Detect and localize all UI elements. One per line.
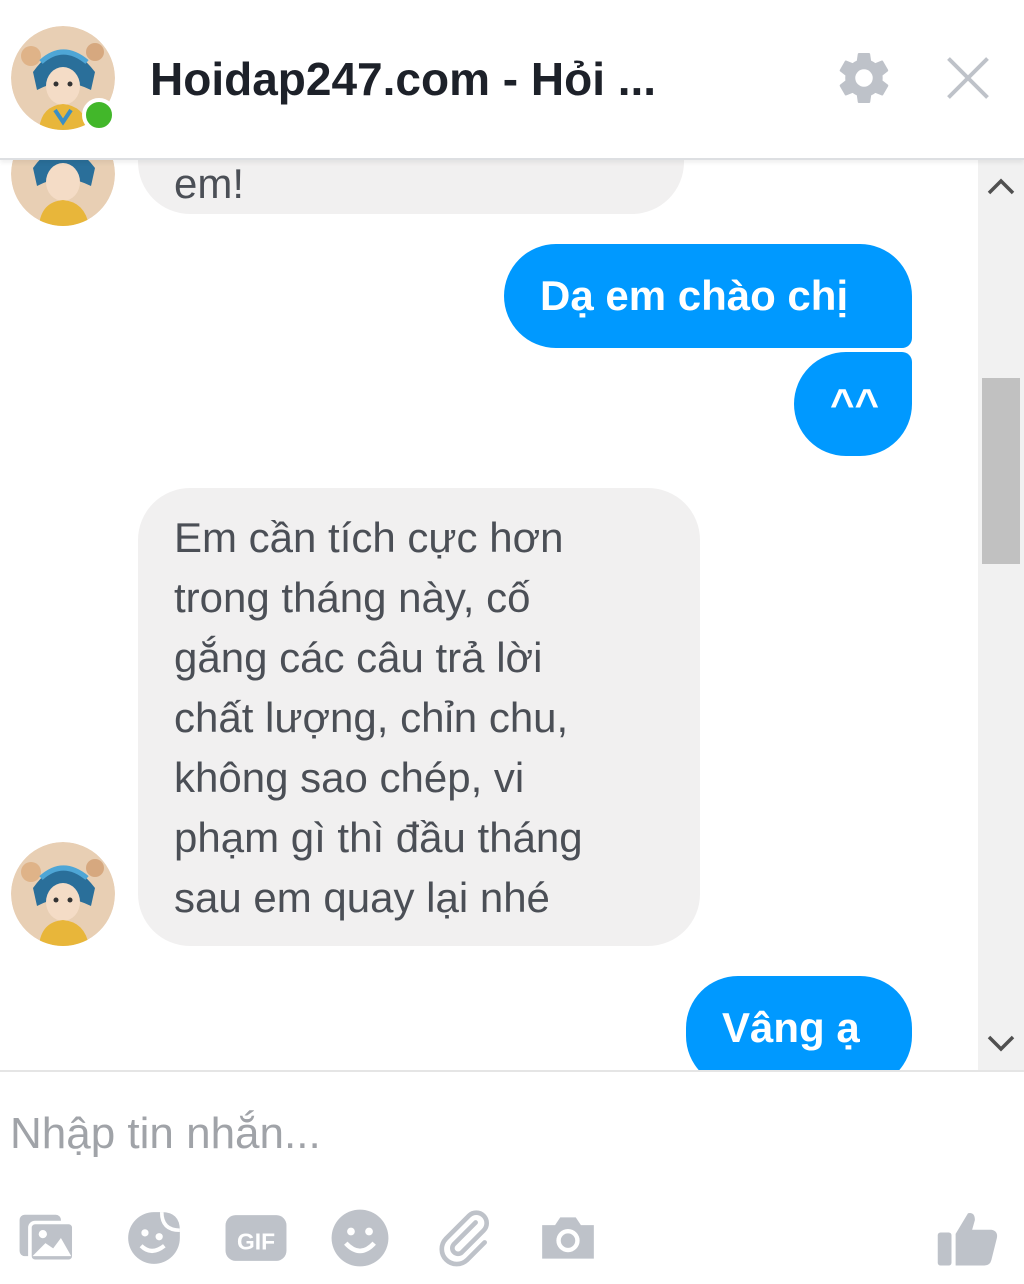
camera-button[interactable] (530, 1200, 606, 1276)
scroll-thumb[interactable] (982, 378, 1020, 564)
photo-icon (19, 1214, 76, 1264)
gif-button[interactable]: GIF (218, 1200, 294, 1276)
message-line: không sao chép, vi (174, 754, 525, 801)
chevron-down-icon (987, 1035, 1015, 1052)
close-button[interactable] (936, 46, 1000, 110)
message-line: phạm gì thì đầu tháng (174, 814, 583, 861)
message-text: em! (174, 160, 245, 207)
message-line: chất lượng, chỉn chu, (174, 694, 569, 741)
message-text: Vâng ạ (722, 1004, 860, 1051)
message-composer: GIF (0, 1070, 1024, 1284)
message-line: Em cần tích cực hơn (174, 514, 564, 561)
attachment-button[interactable] (426, 1200, 502, 1276)
gif-icon: GIF (225, 1215, 287, 1261)
sticker-icon (128, 1212, 180, 1264)
message-bubble-outgoing[interactable]: Vâng ạ (686, 976, 912, 1070)
sticker-button[interactable] (116, 1200, 192, 1276)
message-list[interactable]: em! Dạ em chào chị ^^ Em cần tích cực hơ… (0, 158, 978, 1070)
online-status-dot (82, 98, 116, 132)
contact-avatar-small (11, 158, 115, 226)
message-bubble-outgoing[interactable]: ^^ (794, 352, 912, 456)
close-icon (947, 57, 989, 99)
scroll-down-button[interactable] (978, 1020, 1024, 1066)
chat-title[interactable]: Hoidap247.com - Hỏi ... (150, 52, 656, 106)
message-text: ^^ (830, 380, 880, 427)
svg-text:GIF: GIF (237, 1228, 275, 1254)
message-input[interactable] (10, 1094, 910, 1174)
settings-button[interactable] (832, 46, 896, 110)
photo-button[interactable] (10, 1200, 86, 1276)
emoji-icon (331, 1209, 389, 1267)
message-line: sau em quay lại nhé (174, 874, 550, 921)
chevron-up-icon (987, 178, 1015, 195)
message-line: trong tháng này, cố (174, 574, 531, 621)
camera-icon (542, 1217, 594, 1259)
scroll-up-button[interactable] (978, 164, 1024, 210)
gear-icon (839, 53, 889, 104)
thumbs-up-icon (937, 1213, 998, 1266)
message-bubble-incoming[interactable]: em! (138, 158, 684, 214)
chat-window: Hoidap247.com - Hỏi ... em! Dạ em chào c… (0, 0, 1024, 1284)
message-text: Dạ em chào chị (540, 272, 849, 319)
contact-avatar-small[interactable] (11, 842, 115, 946)
message-scrollbar[interactable] (978, 158, 1024, 1070)
message-line: gắng các câu trả lời (174, 634, 543, 681)
emoji-button[interactable] (322, 1200, 398, 1276)
message-bubble-outgoing[interactable]: Dạ em chào chị (504, 244, 912, 348)
like-button[interactable] (930, 1200, 1006, 1276)
message-bubble-incoming[interactable]: Em cần tích cực hơn trong tháng này, cố … (138, 488, 700, 946)
chat-header: Hoidap247.com - Hỏi ... (0, 0, 1024, 160)
attachment-icon (439, 1210, 489, 1267)
